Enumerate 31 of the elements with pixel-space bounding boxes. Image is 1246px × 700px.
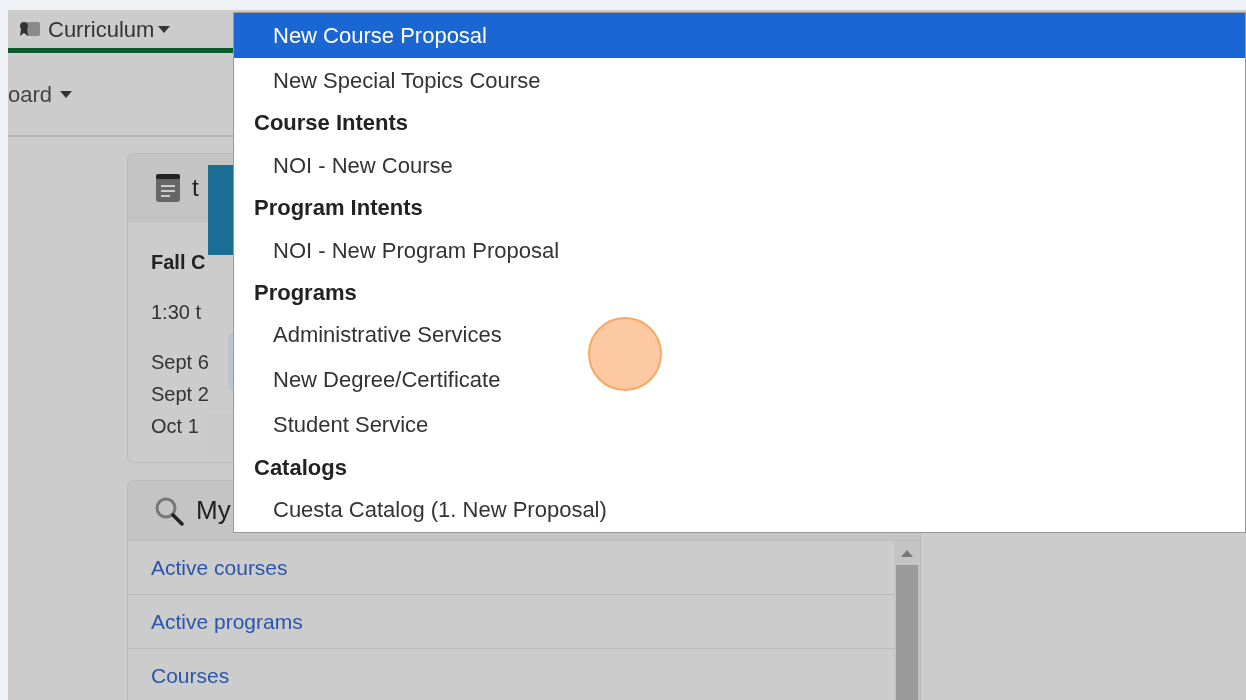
dropdown-item[interactable]: Cuesta Catalog (1. New Proposal): [234, 487, 1245, 532]
dropdown-item[interactable]: NOI - New Course: [234, 142, 1245, 188]
scroll-up-icon[interactable]: [901, 550, 913, 557]
dropdown-header: Programs: [253, 278, 358, 307]
dropdown-item[interactable]: Administrative Services: [234, 312, 1245, 358]
award-icon: [18, 20, 40, 38]
event-date: Sept 6: [151, 350, 210, 375]
card-title: My: [196, 494, 231, 527]
dropdown-item[interactable]: NOI - New Program Proposal: [234, 227, 1245, 273]
scrollbar[interactable]: [894, 541, 920, 700]
card-title: t: [192, 172, 199, 203]
search-link[interactable]: Courses: [151, 659, 230, 692]
dropdown-item[interactable]: Student Service: [234, 402, 1245, 448]
dropdown-item[interactable]: New Degree/Certificate: [234, 357, 1245, 403]
dropdown-header: Program Intents: [253, 194, 424, 223]
search-link[interactable]: Active programs: [151, 605, 303, 638]
dropdown-header: Course Intents: [253, 109, 410, 138]
search-link[interactable]: Active courses: [151, 551, 288, 584]
dashboard-menu[interactable]: oard: [8, 77, 73, 111]
curriculum-menu[interactable]: Curriculum: [48, 12, 171, 46]
event-date: Sept 2: [151, 382, 210, 407]
caret-icon: [158, 25, 171, 33]
caret-icon: [60, 90, 73, 98]
dropdown-header: Catalogs: [253, 453, 348, 482]
dropdown-item[interactable]: New Course Proposal: [234, 13, 1245, 58]
dropdown-item[interactable]: New Special Topics Course: [234, 57, 1245, 103]
event-date: Oct 1: [151, 414, 200, 439]
event-time: 1:30 t: [151, 300, 203, 325]
search-icon: [154, 495, 184, 526]
event-title: Fall C: [151, 250, 207, 275]
document-icon: [156, 173, 180, 202]
